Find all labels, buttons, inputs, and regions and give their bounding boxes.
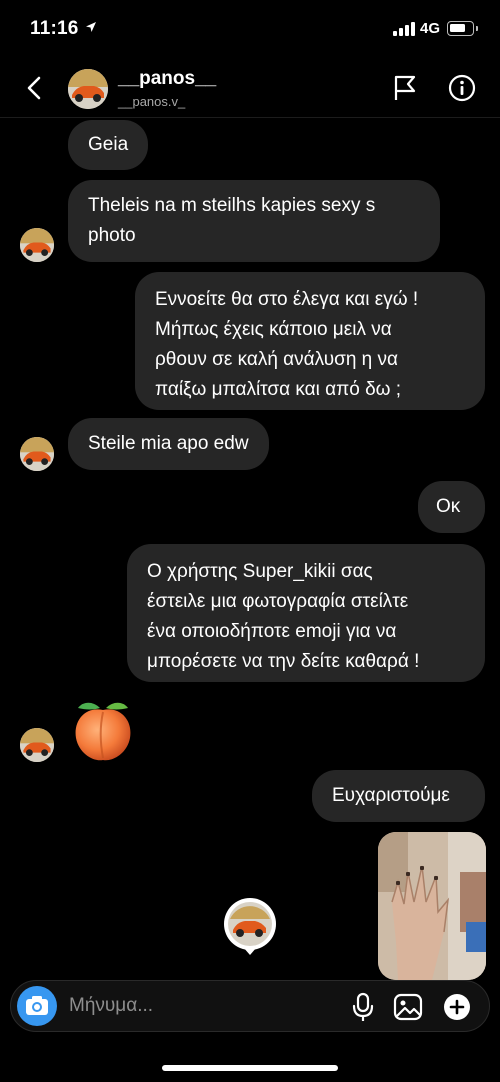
contact-username: __panos.v_ <box>118 94 186 109</box>
message-composer: Μήνυμα... <box>10 980 490 1032</box>
battery-icon <box>447 21 478 36</box>
chat-header: __panos__ __panos.v_ <box>0 60 500 118</box>
sender-avatar[interactable] <box>20 728 54 762</box>
camera-icon <box>26 996 48 1015</box>
hand-photo[interactable] <box>378 832 486 980</box>
back-button[interactable] <box>22 74 48 102</box>
message-bubble-incoming[interactable]: Steile mia apo edw <box>68 418 269 470</box>
sender-avatar[interactable] <box>20 437 54 471</box>
microphone-icon[interactable] <box>352 992 374 1022</box>
add-icon[interactable] <box>443 993 471 1021</box>
car-avatar-icon <box>68 69 108 109</box>
sender-avatar[interactable] <box>20 228 54 262</box>
location-arrow-icon <box>85 22 96 32</box>
cellular-signal-icon <box>393 22 417 36</box>
message-bubble-incoming[interactable]: Theleis na m steilhs kapies sexy s photo <box>68 180 440 262</box>
car-avatar-icon <box>20 228 54 262</box>
camera-button[interactable] <box>17 986 57 1026</box>
network-type: 4G <box>420 20 441 37</box>
car-avatar-icon <box>20 437 54 471</box>
seen-avatar <box>223 897 277 957</box>
status-bar: 11:16 4G <box>0 0 500 60</box>
contact-name[interactable]: __panos__ <box>118 68 216 90</box>
status-time: 11:16 <box>30 18 97 40</box>
message-bubble-outgoing[interactable]: Οκ <box>418 481 485 533</box>
car-avatar-icon <box>224 898 276 955</box>
message-bubble-incoming[interactable]: Geia <box>68 120 149 170</box>
message-bubble-outgoing[interactable]: Εννοείτε θα στο έλεγα και εγώ ! Μήπως έχ… <box>135 272 485 410</box>
message-input[interactable]: Μήνυμα... <box>69 981 153 1031</box>
avatar[interactable] <box>68 69 108 109</box>
gallery-icon[interactable] <box>393 993 423 1021</box>
flag-icon[interactable] <box>392 74 418 102</box>
message-bubble-outgoing[interactable]: Ευχαριστούμε <box>312 770 485 822</box>
car-avatar-icon <box>20 728 54 762</box>
home-indicator <box>162 1065 338 1071</box>
info-icon[interactable] <box>448 74 476 102</box>
message-bubble-outgoing[interactable]: Ο χρήστης Super_kikii σας έστειλε μια φω… <box>127 544 485 682</box>
peach-emoji[interactable] <box>70 698 136 764</box>
